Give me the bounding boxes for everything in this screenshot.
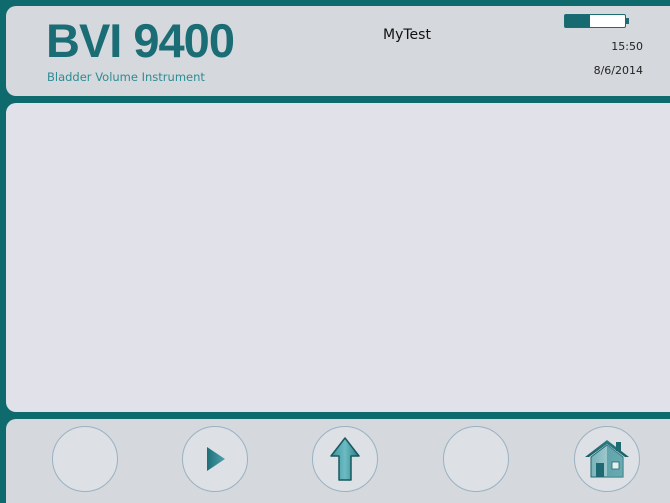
home-icon xyxy=(585,440,629,478)
battery-indicator xyxy=(564,14,626,28)
play-icon xyxy=(207,447,225,471)
clock-time: 15:50 xyxy=(611,40,643,53)
battery-fill xyxy=(565,15,591,27)
up-arrow-icon xyxy=(330,437,360,481)
battery-tip xyxy=(626,18,629,24)
home-button[interactable] xyxy=(574,426,640,492)
logo-title: BVI 9400 xyxy=(46,14,235,67)
up-button[interactable] xyxy=(312,426,378,492)
play-button[interactable] xyxy=(182,426,248,492)
main-content-area xyxy=(6,103,670,412)
blank-button-2[interactable] xyxy=(443,426,509,492)
clock-date: 8/6/2014 xyxy=(593,64,643,77)
blank-button-1[interactable] xyxy=(52,426,118,492)
page-title: MyTest xyxy=(383,27,431,43)
logo-subtitle: Bladder Volume Instrument xyxy=(47,70,205,84)
